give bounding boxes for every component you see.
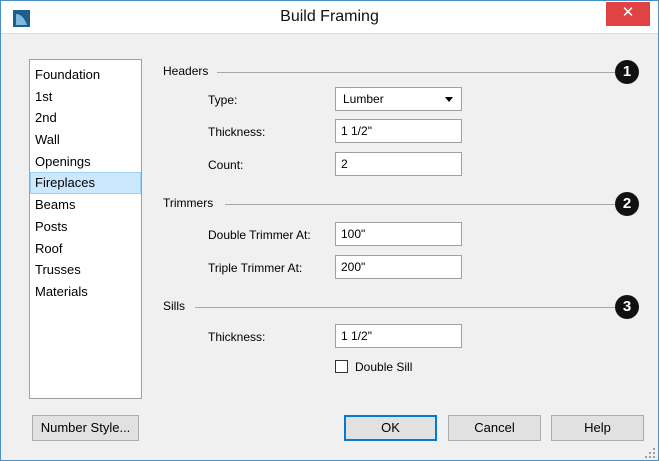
- sills-divider: [195, 307, 615, 308]
- title-bar[interactable]: Build Framing ✕: [1, 1, 658, 34]
- list-item-posts[interactable]: Posts: [30, 216, 141, 238]
- ok-button[interactable]: OK: [344, 415, 437, 441]
- trimmers-section-title: Trimmers: [163, 196, 214, 210]
- double-sill-checkbox[interactable]: [335, 360, 348, 373]
- double-sill-label[interactable]: Double Sill: [355, 360, 412, 374]
- callout-badge-3: 3: [615, 295, 639, 319]
- list-item-foundation[interactable]: Foundation: [30, 64, 141, 86]
- triple-trimmer-input[interactable]: 200": [335, 255, 462, 279]
- double-trimmer-label: Double Trimmer At:: [208, 228, 311, 242]
- triple-trimmer-label: Triple Trimmer At:: [208, 261, 303, 275]
- list-item-1st[interactable]: 1st: [30, 86, 141, 108]
- close-button[interactable]: ✕: [606, 2, 650, 26]
- headers-type-label: Type:: [208, 93, 238, 107]
- double-trimmer-input[interactable]: 100": [335, 222, 462, 246]
- list-item-fireplaces[interactable]: Fireplaces: [30, 172, 141, 195]
- headers-type-value: Lumber: [343, 92, 384, 106]
- headers-section-title: Headers: [163, 64, 209, 78]
- dialog-window: Build Framing ✕ Foundation 1st 2nd Wall …: [0, 0, 659, 461]
- headers-thickness-input[interactable]: 1 1/2": [335, 119, 462, 143]
- list-item-materials[interactable]: Materials: [30, 281, 141, 303]
- cancel-button[interactable]: Cancel: [448, 415, 541, 441]
- headers-type-select[interactable]: Lumber: [335, 87, 462, 111]
- number-style-button[interactable]: Number Style...: [32, 415, 139, 441]
- list-item-beams[interactable]: Beams: [30, 194, 141, 216]
- list-item-openings[interactable]: Openings: [30, 151, 141, 173]
- callout-badge-2: 2: [615, 192, 639, 216]
- headers-thickness-label: Thickness:: [208, 125, 266, 139]
- headers-count-input[interactable]: 2: [335, 152, 462, 176]
- dialog-title: Build Framing: [280, 8, 379, 25]
- callout-badge-1: 1: [615, 60, 639, 84]
- category-list[interactable]: Foundation 1st 2nd Wall Openings Firepla…: [29, 59, 142, 399]
- help-button[interactable]: Help: [551, 415, 644, 441]
- trimmers-divider: [225, 204, 615, 205]
- headers-count-label: Count:: [208, 158, 244, 172]
- list-item-wall[interactable]: Wall: [30, 129, 141, 151]
- resize-grip-icon[interactable]: [645, 447, 655, 458]
- list-item-trusses[interactable]: Trusses: [30, 259, 141, 281]
- sills-thickness-label: Thickness:: [208, 330, 266, 344]
- list-item-2nd[interactable]: 2nd: [30, 107, 141, 129]
- sills-thickness-input[interactable]: 1 1/2": [335, 324, 462, 348]
- headers-divider: [217, 72, 615, 73]
- list-item-roof[interactable]: Roof: [30, 238, 141, 260]
- chevron-down-icon: [445, 97, 453, 102]
- sills-section-title: Sills: [163, 299, 186, 313]
